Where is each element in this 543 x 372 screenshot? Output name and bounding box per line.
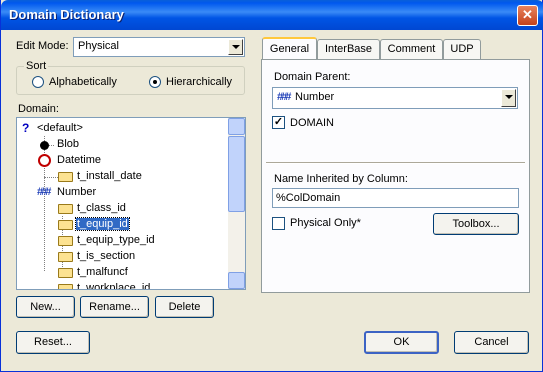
window-title: Domain Dictionary: [9, 7, 124, 22]
tree-item-label: t_equip_type_id: [77, 234, 155, 246]
toolbox-button[interactable]: Toolbox...: [433, 213, 519, 235]
folder-icon: [58, 172, 73, 182]
edit-mode-label: Edit Mode:: [16, 40, 69, 52]
tree-item-label: t_is_section: [77, 250, 136, 262]
chevron-down-icon[interactable]: [228, 39, 243, 55]
bullet-icon: [40, 141, 49, 150]
dialog-window: Domain Dictionary ✕ Edit Mode: Physical …: [0, 0, 543, 372]
clock-icon: [38, 154, 51, 167]
folder-icon: [58, 284, 73, 289]
scroll-down-icon[interactable]: [228, 272, 245, 289]
tree-item-label: Blob: [57, 138, 80, 150]
rename-button[interactable]: Rename...: [80, 296, 149, 318]
tab-comment[interactable]: Comment: [380, 39, 443, 59]
name-inherited-value: %ColDomain: [276, 192, 341, 204]
question-icon: ?: [22, 121, 30, 135]
domain-checkbox-label[interactable]: DOMAIN: [290, 117, 334, 129]
folder-icon: [58, 268, 73, 278]
chevron-down-icon[interactable]: [501, 89, 516, 107]
tab-interbase[interactable]: InterBase: [317, 39, 380, 59]
domain-parent-value: Number: [295, 91, 335, 103]
ok-button[interactable]: OK: [364, 331, 439, 354]
tree-item-label: t_equip_id: [75, 217, 130, 231]
physical-only-label[interactable]: Physical Only*: [290, 217, 361, 229]
tree-scrollbar[interactable]: [228, 118, 245, 289]
physical-only-checkbox[interactable]: [272, 217, 285, 230]
tree-item-label: t_install_date: [77, 170, 142, 182]
radio-hierarchically-label[interactable]: Hierarchically: [166, 76, 232, 88]
tree-item-label: Number: [57, 186, 97, 198]
radio-hierarchically[interactable]: [149, 76, 161, 88]
cancel-button[interactable]: Cancel: [454, 331, 529, 354]
radio-alphabetically-label[interactable]: Alphabetically: [49, 76, 117, 88]
folder-icon: [58, 236, 73, 246]
tab-general[interactable]: General: [262, 37, 317, 59]
sort-groupbox: Sort Alphabetically Hierarchically: [16, 60, 245, 95]
name-inherited-label: Name Inherited by Column:: [274, 173, 408, 185]
tree-item-label: t_malfuncf: [77, 266, 128, 278]
close-icon: ✕: [522, 7, 533, 22]
domain-checkbox[interactable]: ✓: [272, 116, 285, 129]
title-bar[interactable]: Domain Dictionary ✕: [1, 0, 543, 30]
separator: [266, 162, 525, 164]
reset-button[interactable]: Reset...: [16, 331, 90, 354]
edit-mode-value: Physical: [78, 40, 119, 52]
number-icon: ###: [37, 186, 51, 198]
scroll-thumb[interactable]: [228, 136, 245, 212]
tab-udp[interactable]: UDP: [443, 39, 481, 59]
domain-parent-select[interactable]: ### Number: [272, 87, 518, 109]
domain-label: Domain:: [18, 103, 59, 115]
radio-alphabetically[interactable]: [32, 76, 44, 88]
edit-mode-select[interactable]: Physical: [73, 37, 245, 57]
domain-parent-label: Domain Parent:: [274, 71, 351, 83]
folder-icon: [58, 252, 73, 262]
tree-item-label: t_class_id: [77, 202, 126, 214]
new-button[interactable]: New...: [16, 296, 75, 318]
number-icon: ###: [277, 91, 291, 103]
tab-strip: General InterBase Comment UDP: [262, 37, 530, 61]
tree-connector: [44, 177, 58, 178]
tree-item-label: Datetime: [57, 154, 102, 166]
domain-tree[interactable]: ? <default> Blob Datetime t_install_date…: [16, 117, 246, 290]
general-tab-panel: Domain Parent: ### Number ✓ DOMAIN Name …: [261, 59, 530, 293]
scroll-up-icon[interactable]: [228, 118, 245, 135]
sort-legend: Sort: [24, 60, 49, 72]
folder-icon: [58, 204, 73, 214]
delete-button[interactable]: Delete: [155, 296, 214, 318]
tree-item-label: <default>: [37, 122, 83, 134]
tree-item-label: t_workplace_id: [77, 282, 151, 290]
name-inherited-field[interactable]: %ColDomain: [272, 188, 519, 208]
close-button[interactable]: ✕: [517, 5, 538, 26]
folder-icon: [58, 220, 73, 230]
